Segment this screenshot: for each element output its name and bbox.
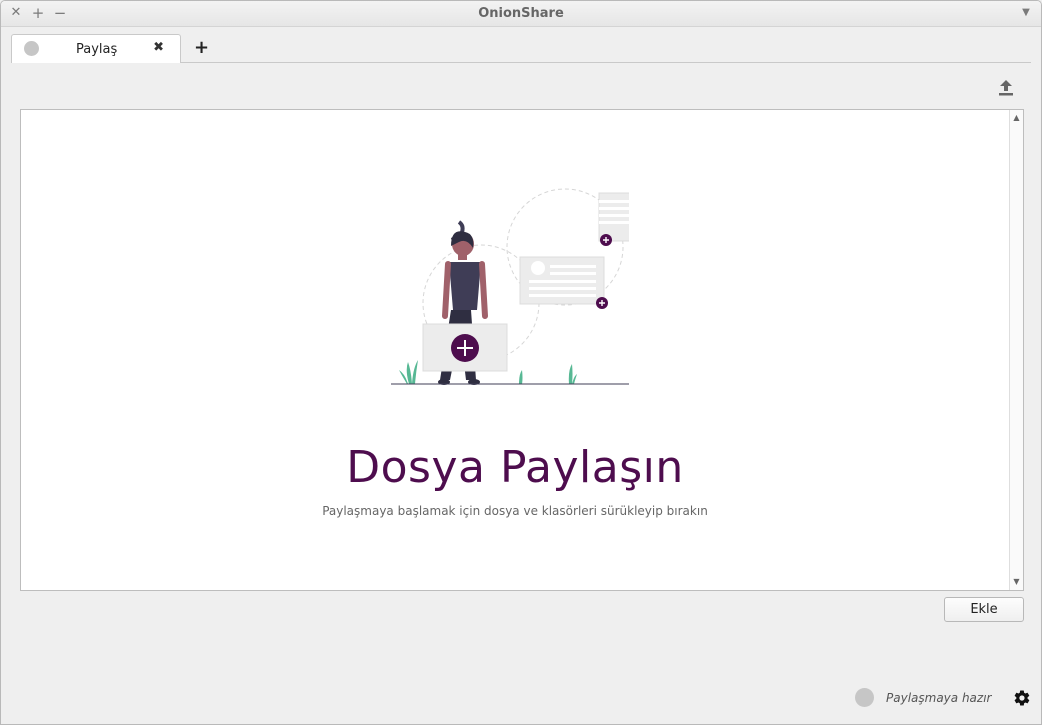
drop-area-subline: Paylaşmaya başlamak için dosya ve klasör… bbox=[322, 504, 708, 518]
gear-icon[interactable] bbox=[1013, 689, 1031, 707]
tab-share[interactable]: Paylaş ✖ bbox=[11, 34, 181, 63]
tab-status-icon bbox=[24, 41, 39, 56]
add-button[interactable]: Ekle bbox=[944, 597, 1024, 622]
drop-area-headline: Dosya Paylaşın bbox=[346, 442, 684, 493]
person-holding-file-illustration bbox=[391, 188, 629, 385]
server-status-icon bbox=[855, 688, 874, 707]
new-tab-button[interactable]: + bbox=[194, 37, 209, 58]
window-title: OnionShare bbox=[478, 6, 564, 21]
window-menu-icon[interactable]: ▼ bbox=[1018, 5, 1034, 21]
scroll-down-icon[interactable]: ▼ bbox=[1010, 575, 1023, 589]
vertical-scrollbar[interactable]: ▲ ▼ bbox=[1009, 110, 1023, 590]
server-status-text: Paylaşmaya hazır bbox=[886, 691, 992, 705]
onionshare-window: ✕ + − OnionShare ▼ Paylaş ✖ + Dosya Payl… bbox=[0, 0, 1042, 725]
file-drop-area[interactable]: Dosya Paylaşın Paylaşmaya başlamak için … bbox=[20, 109, 1024, 591]
tab-label: Paylaş bbox=[76, 42, 118, 57]
tab-bar: Paylaş ✖ + bbox=[11, 34, 1031, 63]
title-bar: ✕ + − OnionShare ▼ bbox=[1, 1, 1041, 27]
upload-icon[interactable] bbox=[995, 77, 1017, 99]
tab-close-icon[interactable]: ✖ bbox=[153, 40, 164, 55]
scroll-up-icon[interactable]: ▲ bbox=[1010, 111, 1023, 125]
